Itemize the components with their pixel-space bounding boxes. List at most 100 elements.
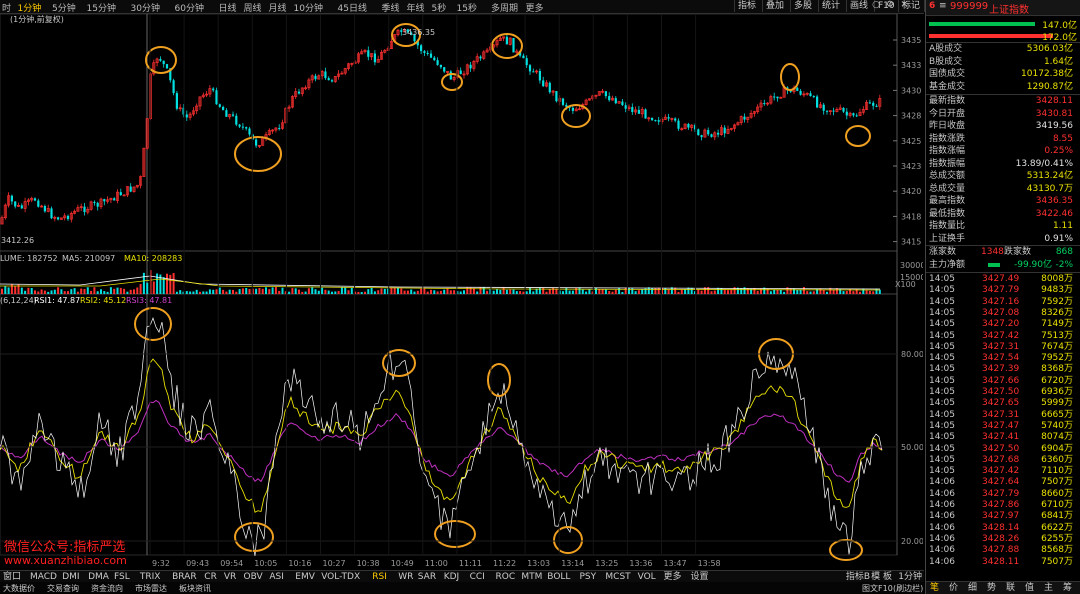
tool-button[interactable]: 画线	[846, 0, 871, 12]
period-toolbar: 时 1分钟 5分钟 15分钟 30分钟 60分钟 日线 周线 月线 10分钟 45日线 季线 年线 5秒 1…	[0, 0, 949, 14]
close-icon[interactable]: ✕	[900, 0, 908, 10]
tick-price: 3427.39	[982, 364, 1020, 375]
period-tab[interactable]: 5分钟	[52, 1, 76, 14]
tool-button[interactable]: 叠加	[762, 0, 787, 12]
period-tab[interactable]: 30分钟	[131, 1, 160, 14]
tick-price: 3427.50	[982, 387, 1020, 397]
period-tab[interactable]: 10分钟	[294, 1, 323, 14]
status-item[interactable]: 大数据价	[3, 583, 35, 594]
quote-row: 基金成交 1290.87亿	[926, 81, 1077, 94]
inflow-bar	[929, 22, 1035, 26]
period-tab[interactable]: 15秒	[457, 1, 477, 14]
mainflow-row: 主力净额 -99.90亿 -2%	[926, 259, 1077, 272]
period-tab[interactable]: 60分钟	[175, 1, 204, 14]
period-tab[interactable]: 5秒	[432, 1, 447, 14]
panel-tab[interactable]: 价	[949, 582, 958, 594]
panel-tab[interactable]: 笔	[930, 582, 939, 594]
quote-label: 最低指数	[929, 208, 966, 219]
status-item[interactable]: 资金流向	[91, 583, 123, 594]
rsi-tick: 80.00	[901, 350, 923, 359]
menu-icon[interactable]: ≡	[939, 1, 947, 11]
outflow-bar	[929, 34, 1053, 38]
tick-amount: 7507万	[1041, 477, 1073, 488]
panel-tab[interactable]: 主	[1044, 582, 1053, 594]
tick-time: 14:05	[929, 375, 955, 386]
panel-tab[interactable]: 值	[1025, 582, 1034, 594]
min-icon[interactable]: ○	[872, 0, 880, 10]
low-label: 3412.26	[1, 236, 34, 245]
settings-icon[interactable]: ⚙	[886, 0, 894, 10]
time-tick: 09:43	[186, 559, 209, 568]
tick-amount: 6360万	[1041, 454, 1073, 465]
tick-price: 3427.66	[982, 375, 1020, 386]
time-tick: 10:38	[357, 559, 380, 568]
tick-amount: 7507万	[1041, 556, 1073, 567]
period-tab[interactable]: 更多	[526, 1, 544, 14]
tick-amount: 7513万	[1041, 330, 1073, 341]
volume-legend-ma10: MA10: 208283	[124, 254, 182, 263]
highlight-circle	[234, 522, 274, 552]
tick-amount: 6936万	[1041, 387, 1073, 397]
highlight-circle	[553, 526, 583, 554]
quote-label: 基金成交	[929, 81, 966, 92]
tick-time: 14:05	[929, 466, 955, 477]
rsi3-line	[0, 399, 883, 483]
period-tab[interactable]: 45日线	[338, 1, 367, 14]
tick-time: 14:05	[929, 296, 955, 307]
time-tick: 11:00	[425, 559, 448, 568]
rsi-legend-params: (6,12,24)	[0, 296, 37, 305]
tool-button[interactable]: 多股	[790, 0, 815, 12]
period-tab[interactable]: 多周期	[491, 1, 518, 14]
panel-tab[interactable]: 势	[987, 582, 996, 594]
period-tab[interactable]: 日线	[219, 1, 237, 14]
period-tab[interactable]: 年线	[407, 1, 425, 14]
tick-amount: 6622万	[1041, 522, 1073, 533]
quote-label: 总成交量	[929, 183, 966, 194]
quote-value: 0.25%	[1044, 146, 1073, 156]
up-count: 1348	[981, 247, 1004, 257]
tick-price: 3427.68	[982, 454, 1020, 465]
panel-tab[interactable]: 联	[1006, 582, 1015, 594]
panel-tab[interactable]: 细	[968, 582, 977, 594]
period-tab[interactable]: 1分钟	[18, 1, 42, 14]
tick-price: 3427.20	[982, 319, 1020, 330]
period-tab[interactable]: 时	[2, 1, 11, 14]
quote-value: 3436.35	[1035, 196, 1073, 206]
status-item[interactable]: 交易查询	[47, 583, 79, 594]
quote-value: 1.64亿	[1043, 56, 1073, 67]
status-item[interactable]: 市场雷达	[135, 583, 167, 594]
time-tick: 10:49	[391, 559, 414, 568]
volume-legend-vol: LUME: 182752	[0, 254, 58, 263]
quote-row: 今日开盘 3430.81	[926, 108, 1077, 121]
watermark-line2: www.xuanzhibiao.com	[4, 554, 127, 567]
tick-price: 3427.08	[982, 307, 1020, 318]
tool-button[interactable]: 指标	[734, 0, 759, 12]
quote-row: 最低指数 3422.46	[926, 208, 1077, 221]
status-item[interactable]: 板块资讯	[179, 583, 211, 594]
tick-price: 3427.49	[982, 274, 1020, 284]
period-tab[interactable]: 15分钟	[87, 1, 116, 14]
period-tab[interactable]: 月线	[269, 1, 287, 14]
highlight-circle	[434, 520, 476, 548]
period-tab[interactable]: 季线	[382, 1, 400, 14]
quote-label: A股成交	[929, 44, 963, 54]
status-bar: 大数据价 交易查询 资金流向 市场雷达 板块资讯 图文F10 (刷边栏)	[0, 582, 924, 594]
tick-amount: 8008万	[1041, 274, 1073, 284]
panel-tab[interactable]: 筹	[1063, 582, 1072, 594]
volume-unit: X100	[895, 280, 916, 289]
chart-area[interactable]: 3435 3433 3430 3428 3425 3423 3420 3418 3415 3000…	[0, 14, 923, 569]
tick-price: 3427.42	[982, 466, 1020, 477]
tick-time: 14:05	[929, 409, 955, 420]
f10-button[interactable]: 图文F10	[862, 583, 893, 594]
tool-button[interactable]: 统计	[818, 0, 843, 12]
tick-time: 14:06	[929, 545, 955, 556]
tick-amount: 9483万	[1041, 285, 1073, 296]
quote-value: 13.89/0.41%	[1015, 158, 1073, 169]
tick-price: 3427.97	[982, 511, 1020, 522]
sidebar-toggle[interactable]: (刷边栏)	[893, 583, 923, 594]
period-tab[interactable]: 周线	[244, 1, 262, 14]
price-tick: 3415	[901, 238, 921, 247]
quote-value: 1290.87亿	[1026, 81, 1073, 92]
price-tick: 3420	[901, 187, 921, 196]
down-label: 跌家数	[1004, 247, 1032, 257]
